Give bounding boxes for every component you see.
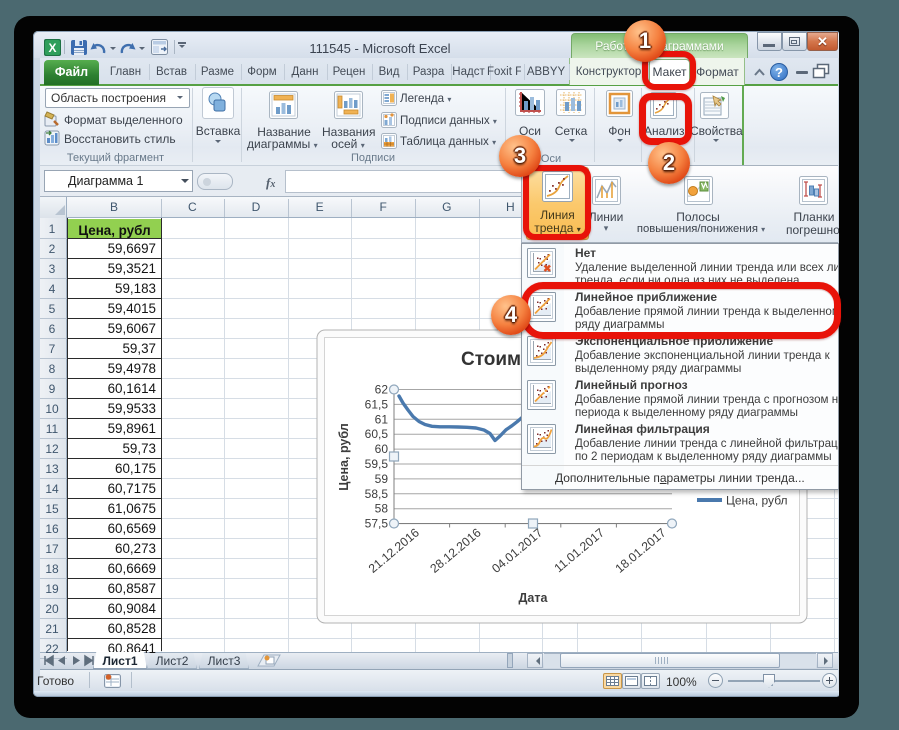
svg-text:Цена, рубл: Цена, рубл (726, 494, 788, 508)
svg-text:60: 60 (375, 442, 389, 456)
svg-text:58: 58 (375, 502, 389, 516)
svg-text:61,5: 61,5 (365, 397, 389, 411)
svg-text:58,5: 58,5 (365, 487, 389, 501)
svg-text:60,5: 60,5 (365, 427, 389, 441)
svg-text:X: X (48, 41, 56, 55)
svg-text:Дата: Дата (519, 591, 549, 605)
svg-text:57,5: 57,5 (365, 517, 389, 531)
svg-text:61: 61 (375, 412, 389, 426)
svg-text:Цена, рубл: Цена, рубл (337, 423, 351, 491)
svg-text:59: 59 (375, 472, 389, 486)
svg-text:62: 62 (375, 383, 389, 397)
svg-text:59,5: 59,5 (365, 457, 389, 471)
